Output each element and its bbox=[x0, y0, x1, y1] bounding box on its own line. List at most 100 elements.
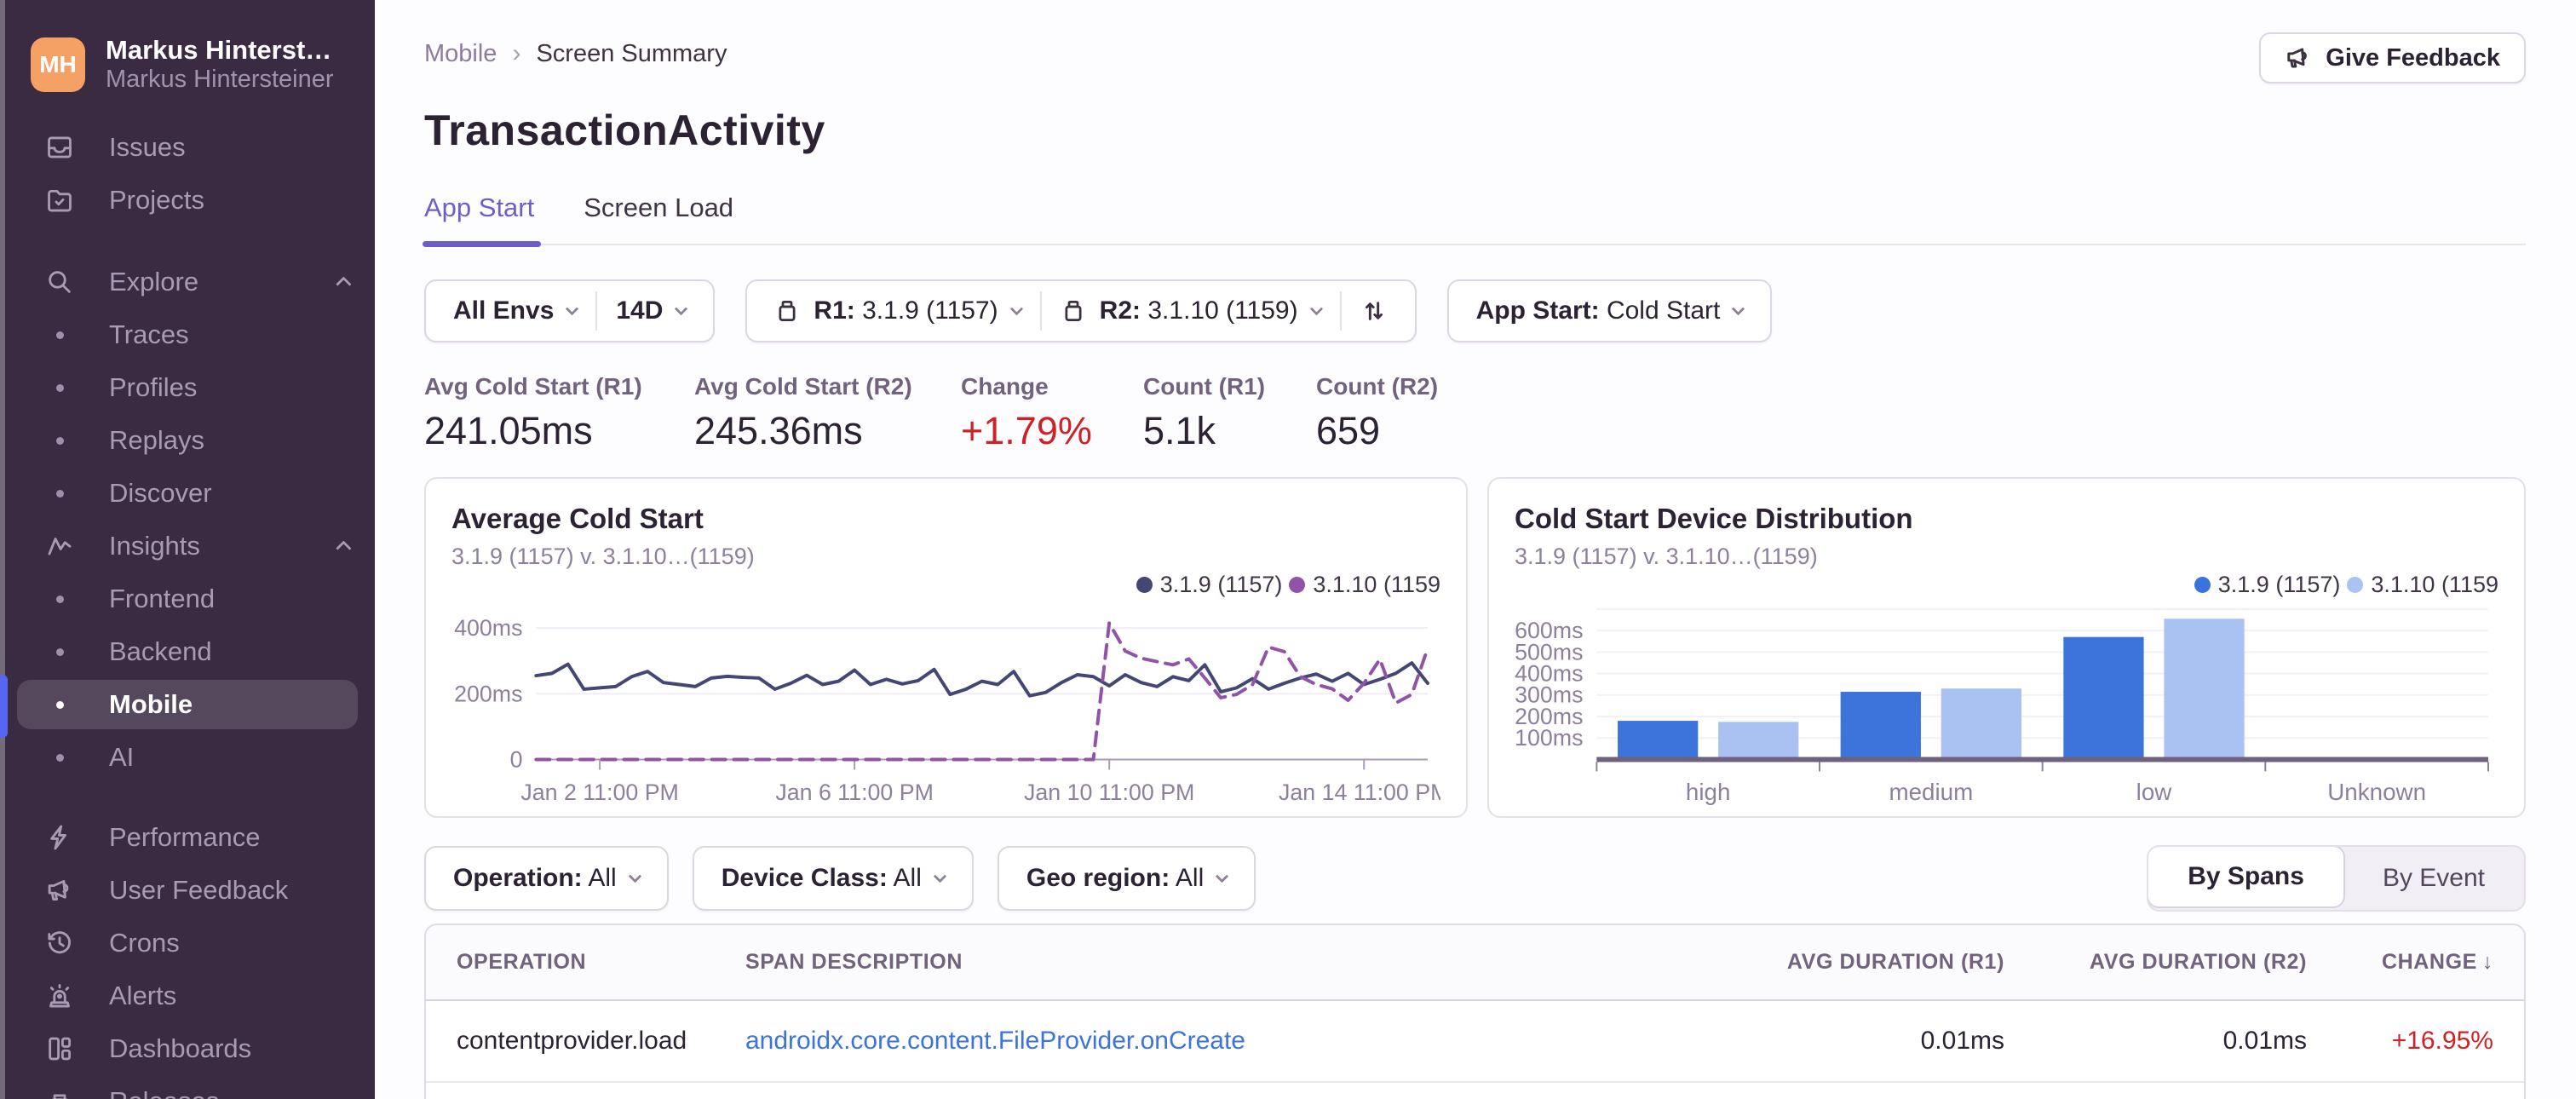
legend-dot bbox=[1136, 576, 1153, 593]
sidebar-item-frontend[interactable]: Frontend bbox=[0, 573, 375, 625]
filter-bar: All Envs 14D R1: 3.1.9 (1157) R2: 3.1.10… bbox=[424, 279, 2526, 342]
stat-avg-cold-start-r1: Avg Cold Start (R1) 241.05ms bbox=[424, 373, 642, 452]
svg-text:Unknown: Unknown bbox=[2327, 779, 2426, 805]
spans-event-toggle: By Spans By Event bbox=[2147, 845, 2526, 912]
folder-icon bbox=[44, 186, 75, 215]
megaphone-icon bbox=[2287, 48, 2308, 68]
chart-subtitle: 3.1.9 (1157) v. 3.1.10…(1159) bbox=[1515, 544, 1818, 569]
col-span-description[interactable]: SPAN DESCRIPTION bbox=[745, 925, 1702, 1001]
legend-dot bbox=[1289, 576, 1306, 593]
sidebar-item-releases[interactable]: Releases bbox=[0, 1075, 375, 1099]
svg-text:medium: medium bbox=[1889, 779, 1973, 805]
sidebar-item-insights[interactable]: Insights bbox=[0, 520, 375, 573]
legend-dot bbox=[2347, 576, 2364, 593]
breadcrumb: Mobile › Screen Summary bbox=[424, 32, 727, 68]
svg-text:high: high bbox=[1686, 779, 1731, 805]
tab-bar: App Start Screen Load bbox=[422, 193, 2526, 247]
bullet-icon bbox=[44, 489, 75, 498]
chevron-down-icon bbox=[1309, 302, 1323, 315]
sidebar-item-crons[interactable]: Crons bbox=[0, 917, 375, 970]
chevron-down-icon bbox=[933, 869, 947, 883]
sidebar-item-profiles[interactable]: Profiles bbox=[0, 361, 375, 414]
col-change[interactable]: CHANGE ↓ bbox=[2307, 925, 2524, 1001]
environment-select[interactable]: All Envs bbox=[434, 281, 595, 341]
search-icon bbox=[44, 268, 75, 296]
sidebar-item-explore[interactable]: Explore bbox=[0, 256, 375, 308]
avg-cold-start-chart-panel: Average Cold Start 3.1.9 (1157) v. 3.1.1… bbox=[424, 477, 1468, 818]
chevron-right-icon: › bbox=[512, 39, 521, 67]
cell-operation: contentprovider.load bbox=[426, 1000, 745, 1083]
sidebar-item-alerts[interactable]: Alerts bbox=[0, 970, 375, 1022]
release-2-select[interactable]: R2: 3.1.10 (1159) bbox=[1042, 281, 1340, 341]
chevron-down-icon bbox=[675, 302, 688, 315]
sort-desc-icon: ↓ bbox=[2481, 950, 2493, 974]
chart-legend: 3.1.9 (1157) 3.1.10 (1159 bbox=[451, 572, 1440, 597]
table-header-row: OPERATION SPAN DESCRIPTION AVG DURATION … bbox=[426, 925, 2524, 1001]
chart-subtitle: 3.1.9 (1157) v. 3.1.10…(1159) bbox=[451, 544, 755, 569]
svg-text:low: low bbox=[2136, 779, 2173, 805]
release-compare-filter: R1: 3.1.9 (1157) R2: 3.1.10 (1159) bbox=[745, 279, 1417, 342]
sidebar-scrollbar[interactable] bbox=[0, 0, 5, 1099]
release-icon bbox=[779, 301, 796, 321]
toggle-by-spans[interactable]: By Spans bbox=[2148, 847, 2345, 908]
user-display-name: Markus Hinterst… bbox=[106, 35, 332, 65]
chevron-down-icon bbox=[566, 302, 579, 315]
sidebar-item-mobile[interactable]: Mobile bbox=[0, 678, 375, 731]
col-avg-duration-r2[interactable]: AVG DURATION (R2) bbox=[2004, 925, 2307, 1001]
siren-icon bbox=[44, 981, 75, 1010]
sidebar-item-discover[interactable]: Discover bbox=[0, 467, 375, 520]
col-avg-duration-r1[interactable]: AVG DURATION (R1) bbox=[1702, 925, 2004, 1001]
chevron-down-icon bbox=[1215, 869, 1229, 883]
active-item-edge-indicator bbox=[0, 675, 8, 738]
sidebar-item-traces[interactable]: Traces bbox=[0, 308, 375, 361]
chart-legend: 3.1.9 (1157) 3.1.10 (1159 bbox=[1515, 572, 2498, 597]
swap-arrows-icon bbox=[1365, 302, 1383, 320]
release-1-select[interactable]: R1: 3.1.9 (1157) bbox=[756, 281, 1039, 341]
sidebar-item-backend[interactable]: Backend bbox=[0, 625, 375, 678]
device-class-filter[interactable]: Device Class: All bbox=[692, 846, 974, 911]
sidebar-item-replays[interactable]: Replays bbox=[0, 414, 375, 467]
tab-screen-load[interactable]: Screen Load bbox=[584, 193, 733, 244]
sidebar-item-dashboards[interactable]: Dashboards bbox=[0, 1022, 375, 1075]
sidebar-item-user-feedback[interactable]: User Feedback bbox=[0, 864, 375, 917]
col-operation[interactable]: OPERATION bbox=[426, 925, 745, 1001]
geo-region-filter[interactable]: Geo region: All bbox=[997, 846, 1256, 911]
sidebar-nav: Issues Projects Explore Traces Profiles … bbox=[0, 121, 375, 1099]
chevron-down-icon bbox=[628, 869, 641, 883]
svg-text:0: 0 bbox=[510, 746, 523, 772]
page-title: TransactionActivity bbox=[424, 106, 825, 154]
chart-title: Average Cold Start bbox=[451, 503, 704, 534]
toggle-by-event[interactable]: By Event bbox=[2343, 847, 2524, 910]
dashboard-grid-icon bbox=[44, 1034, 75, 1063]
legend-dot bbox=[2194, 576, 2211, 593]
stat-change: Change +1.79% bbox=[961, 373, 1092, 452]
cell-avg-r1: 0.01ms bbox=[1702, 1000, 2004, 1083]
legend-item: 3.1.10 (1159 bbox=[1289, 572, 1440, 597]
avatar: MH bbox=[31, 37, 85, 92]
stat-count-r1: Count (R1) 5.1k bbox=[1143, 373, 1266, 452]
svg-text:Jan 6 11:00 PM: Jan 6 11:00 PM bbox=[775, 780, 934, 805]
operation-filter[interactable]: Operation: All bbox=[424, 846, 669, 911]
give-feedback-button[interactable]: Give Feedback bbox=[2259, 32, 2526, 83]
app-start-type-select[interactable]: App Start: Cold Start bbox=[1458, 281, 1762, 341]
env-period-filter: All Envs 14D bbox=[424, 279, 716, 342]
svg-text:400ms: 400ms bbox=[454, 615, 522, 641]
sidebar-item-performance[interactable]: Performance bbox=[0, 811, 375, 864]
bullet-icon bbox=[44, 595, 75, 603]
org-user-switcher[interactable]: MH Markus Hinterst… Markus Hintersteiner bbox=[0, 0, 375, 94]
sidebar-item-issues[interactable]: Issues bbox=[0, 121, 375, 174]
megaphone-icon bbox=[44, 876, 75, 905]
releases-stack-icon bbox=[44, 1087, 75, 1099]
breadcrumb-mobile[interactable]: Mobile bbox=[424, 40, 497, 68]
period-select[interactable]: 14D bbox=[597, 281, 704, 341]
bar-chart[interactable]: 100ms200ms300ms400ms500ms600mshigh medium… bbox=[1515, 599, 2498, 812]
sidebar-item-ai[interactable]: AI bbox=[0, 731, 375, 784]
swap-releases-button[interactable] bbox=[1342, 281, 1406, 341]
svg-text:200ms: 200ms bbox=[454, 681, 522, 706]
inbox-icon bbox=[44, 133, 75, 162]
main-content: Mobile › Screen Summary Give Feedback Tr… bbox=[375, 0, 2576, 1099]
line-chart[interactable]: 400ms 200ms 0 Jan 2 11:00 PM Jan 6 11:00 PM J… bbox=[451, 599, 1440, 812]
cell-span-description-link[interactable]: androidx.core.content.FileProvider.onCre… bbox=[745, 1000, 1702, 1083]
tab-app-start[interactable]: App Start bbox=[422, 193, 542, 247]
sidebar-item-projects[interactable]: Projects bbox=[0, 174, 375, 227]
